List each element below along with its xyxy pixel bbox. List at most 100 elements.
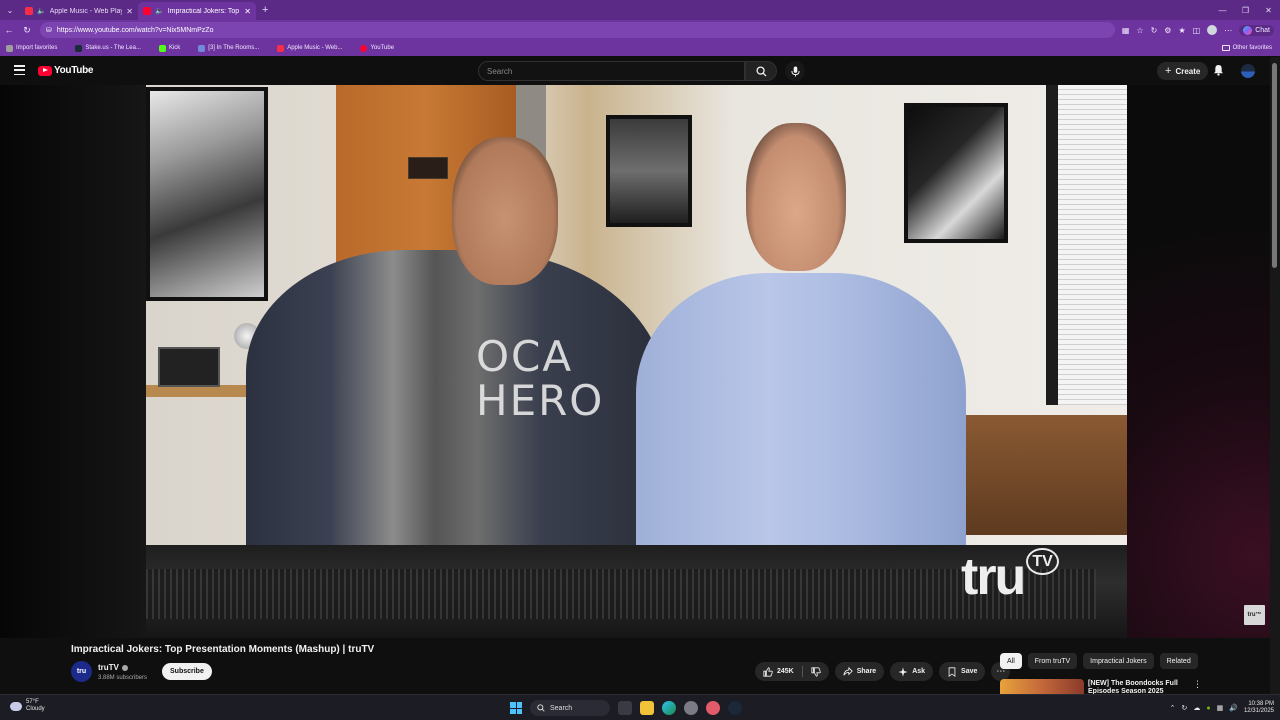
tab-apple-music[interactable]: 🔈 Apple Music - Web Player ✕ (20, 2, 138, 20)
profile-avatar[interactable] (1207, 25, 1218, 35)
folder-icon (1221, 45, 1230, 51)
minimize-icon[interactable]: — (1211, 0, 1234, 20)
bookmark-label: Apple Music - Web... (287, 45, 343, 51)
save-label: Save (961, 668, 978, 675)
favorites-icon[interactable]: ★ (1178, 26, 1185, 35)
menu-icon[interactable] (14, 65, 25, 75)
edge-browser-icon[interactable] (662, 701, 676, 715)
chip-related[interactable]: Related (1159, 653, 1198, 669)
bookmark-stake[interactable]: Stake.us - The Lea... (75, 44, 141, 52)
video-player[interactable]: OCA HERO tru TV tru™ (0, 85, 1270, 638)
recommended-video[interactable]: [NEW] The Boondocks Full Episodes Season… (1000, 679, 1270, 694)
weather-text: 57°F Cloudy (26, 699, 45, 713)
person-right-body (636, 273, 966, 573)
tab-youtube-video[interactable]: 🔈 Impractical Jokers: Top Presentation M… (138, 2, 256, 20)
search-input[interactable] (487, 66, 744, 76)
account-avatar[interactable] (1241, 64, 1255, 78)
restore-icon[interactable]: ❐ (1234, 0, 1257, 20)
file-explorer-icon[interactable] (640, 701, 654, 715)
refresh-icon[interactable]: ↻ (18, 20, 36, 40)
close-tab-icon[interactable]: ✕ (244, 7, 251, 16)
notifications-button[interactable] (1211, 63, 1225, 77)
settings-app-icon[interactable] (684, 701, 698, 715)
chip-impractical-jokers[interactable]: Impractical Jokers (1083, 653, 1154, 669)
bookmarks-bar: Import favorites Stake.us - The Lea... K… (0, 40, 1280, 56)
taskbar-search[interactable]: Search (530, 700, 610, 716)
subscribe-button[interactable]: Subscribe (162, 663, 212, 680)
copilot-chat-button[interactable]: Chat (1239, 24, 1274, 36)
sync-icon[interactable]: ↻ (1182, 704, 1188, 712)
recommended-menu-icon[interactable]: ⋮ (1193, 679, 1202, 690)
weather-widget[interactable]: 57°F Cloudy (10, 699, 45, 713)
other-favorites[interactable]: Other favorites (1221, 40, 1272, 56)
related-filter-chips: All From truTV Impractical Jokers Relate… (1000, 653, 1198, 669)
dislike-button[interactable] (803, 662, 829, 681)
bookmark-label: [3] In The Rooms... (208, 45, 260, 51)
close-window-icon[interactable]: ✕ (1257, 0, 1280, 20)
close-tab-icon[interactable]: ✕ (126, 7, 133, 16)
person-left-head (452, 137, 558, 285)
like-dislike-group: 245K (755, 662, 829, 681)
cloud-icon[interactable]: ☁ (1193, 704, 1200, 712)
address-bar[interactable]: ⛁ https://www.youtube.com/watch?v=Nix5MN… (40, 22, 1115, 38)
windows-taskbar: 57°F Cloudy Search ⌃ ↻ ☁ ● ▦ 🔊 10:38 PM … (0, 694, 1280, 720)
task-view-icon[interactable] (618, 701, 632, 715)
thumbs-down-icon (811, 666, 821, 677)
snipping-tool-icon[interactable] (706, 701, 720, 715)
page-scrollbar[interactable] (1270, 57, 1280, 694)
recommended-thumbnail[interactable] (1000, 679, 1084, 694)
create-button[interactable]: + Create (1157, 62, 1209, 80)
ask-label: Ask (912, 668, 926, 675)
clock[interactable]: 10:38 PM 12/31/2025 (1244, 701, 1274, 715)
subscriber-count: 3.88M subscribers (98, 675, 148, 681)
person-right-head (746, 123, 846, 271)
bookmark-in-the-rooms[interactable]: [3] In The Rooms... (198, 44, 260, 52)
channel-avatar[interactable]: tru (71, 661, 92, 682)
channel-watermark[interactable]: tru™ (1244, 605, 1265, 625)
app-available-icon[interactable]: ▦ (1122, 26, 1130, 35)
video-frame[interactable]: OCA HERO tru TV (146, 85, 1127, 638)
cloudy-weather-icon (10, 701, 22, 711)
collections-icon[interactable]: ◫ (1193, 26, 1201, 35)
bookmark-youtube[interactable]: YouTube (360, 44, 394, 52)
kick-favicon-icon (158, 44, 166, 52)
network-icon[interactable]: ▦ (1217, 704, 1224, 712)
extensions-icon[interactable]: ⚙ (1164, 26, 1171, 35)
windows-start-icon[interactable] (510, 702, 522, 714)
site-info-icon[interactable]: ⛁ (46, 26, 52, 34)
back-icon[interactable]: ← (0, 20, 18, 40)
tab-actions-icon[interactable]: ⌄ (0, 0, 20, 20)
shirt-print: OCA HERO (476, 332, 605, 425)
share-button[interactable]: Share (834, 662, 885, 681)
show-hidden-icons-icon[interactable]: ⌃ (1170, 704, 1176, 712)
scrollbar-thumb[interactable] (1272, 63, 1277, 268)
bookmark-kick[interactable]: Kick (158, 44, 180, 52)
channel-name-row[interactable]: truTV (98, 663, 128, 672)
refresh-page-icon[interactable]: ↻ (1151, 26, 1158, 35)
volume-icon[interactable]: 🔊 (1229, 704, 1238, 712)
chip-all[interactable]: All (1000, 653, 1022, 669)
recommended-title[interactable]: [NEW] The Boondocks Full Episodes Season… (1088, 680, 1188, 694)
bookmark-apple-music[interactable]: Apple Music - Web... (277, 44, 343, 52)
nvidia-icon[interactable]: ● (1206, 705, 1210, 712)
new-tab-icon[interactable]: + (262, 4, 268, 16)
channel-name[interactable]: truTV (98, 663, 119, 672)
search-button[interactable] (745, 61, 777, 81)
youtube-favicon-icon (143, 7, 151, 15)
like-button[interactable]: 245K (755, 662, 802, 681)
bookmark-import-favorites[interactable]: Import favorites (6, 44, 57, 52)
speaker-icon[interactable]: 🔈 (155, 7, 164, 15)
save-button[interactable]: Save (939, 662, 986, 681)
plus-icon: + (1165, 65, 1172, 77)
steam-icon[interactable] (728, 701, 742, 715)
clock-time: 10:38 PM (1248, 701, 1274, 707)
voice-search-button[interactable] (785, 61, 805, 81)
share-icon (843, 666, 853, 676)
favorite-star-icon[interactable]: ☆ (1136, 26, 1143, 35)
ask-button[interactable]: Ask (890, 662, 934, 681)
bell-icon (1213, 64, 1223, 76)
chip-from-trutv[interactable]: From truTV (1027, 653, 1078, 669)
settings-more-icon[interactable]: ⋯ (1224, 26, 1232, 35)
speaker-icon[interactable]: 🔈 (37, 7, 46, 15)
youtube-logo[interactable]: YouTube (38, 65, 94, 76)
